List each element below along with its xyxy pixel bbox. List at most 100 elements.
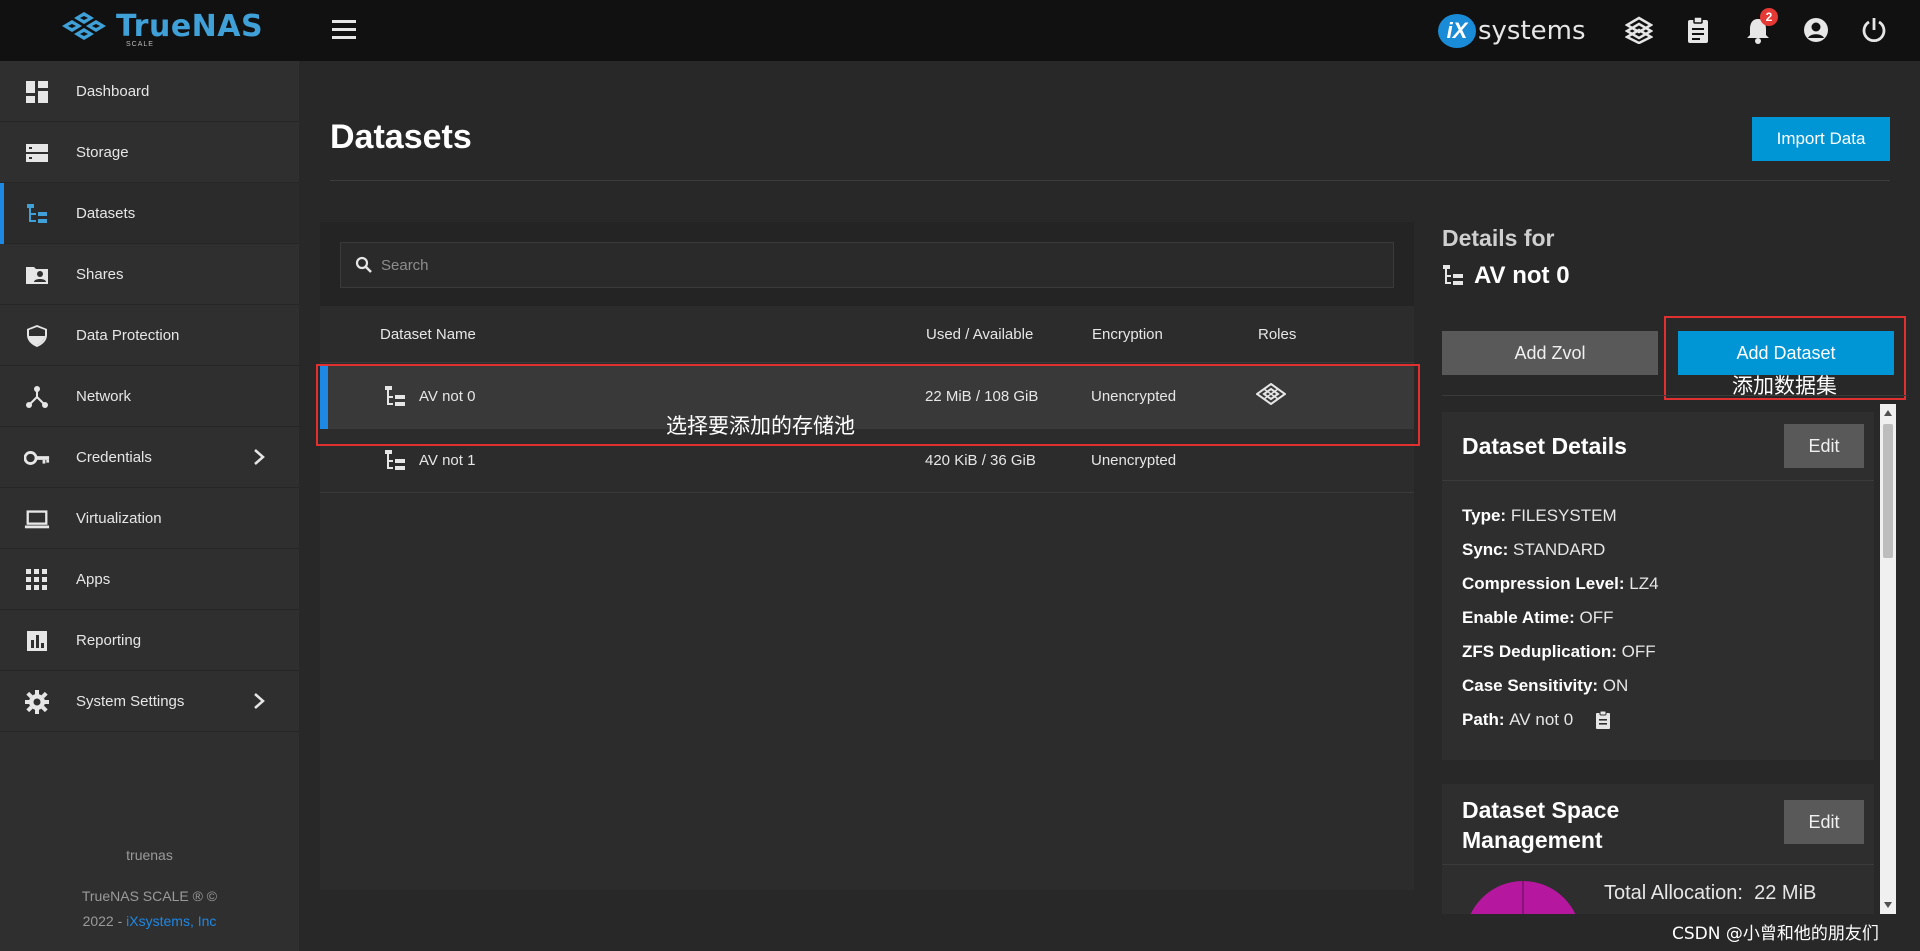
detail-dedup: ZFS Deduplication: OFF [1462,642,1656,661]
notifications-bell-icon[interactable]: 2 [1744,8,1778,44]
divider [330,180,1890,181]
search-bar [320,222,1414,306]
details-heading: Details for [1442,225,1555,251]
header-divider [320,362,1414,363]
ix-badge: iX [1438,14,1476,48]
storage-icon [24,140,50,166]
card-title: Dataset Space Management [1462,797,1620,853]
edit-space-button[interactable]: Edit [1784,800,1864,844]
sidebar-item-label: Reporting [76,631,142,649]
shares-icon [24,262,50,288]
dataset-space-card: Dataset Space Management Edit Total Alloc… [1442,784,1874,914]
column-header-encryption[interactable]: Encryption [1092,326,1163,343]
sidebar-item-label: Apps [76,570,111,588]
detail-path: Path: AV not 0 [1462,710,1611,730]
space-donut-chart [1470,881,1576,914]
chevron-right-icon [249,447,269,467]
dataset-name: AV not 1 [419,452,476,469]
logo-subtitle: SCALE [126,41,154,48]
dataset-list-panel: Dataset Name Used / Available Encryption… [320,222,1414,890]
sidebar: Dashboard Storage Datasets Shares Data P… [0,61,299,951]
dataset-used: 420 KiB / 36 GiB [925,452,1036,469]
sidebar-item-label: Credentials [76,448,152,466]
search-icon [355,256,373,274]
import-data-button[interactable]: Import Data [1752,117,1890,161]
sidebar-item-apps[interactable]: Apps [0,549,299,610]
hostname: truenas [126,847,173,863]
truecommand-icon[interactable] [1625,16,1653,44]
scroll-thumb[interactable] [1883,424,1893,558]
copyright-line: TrueNAS SCALE ® © [81,888,218,904]
detail-compression: Compression Level: LZ4 [1462,574,1659,593]
scroll-down-icon[interactable] [1883,900,1893,910]
jobs-clipboard-icon[interactable] [1684,16,1712,44]
copy-clipboard-icon[interactable] [1595,710,1611,730]
column-header-name[interactable]: Dataset Name [380,326,476,343]
card-title: Dataset Details [1462,433,1627,459]
laptop-icon [24,506,50,532]
page-title: Datasets [330,118,472,156]
sidebar-item-label: Dashboard [76,82,150,100]
sidebar-item-system-settings[interactable]: System Settings [0,671,299,732]
total-allocation: Total Allocation: 22 MiB [1604,882,1817,904]
sidebar-item-network[interactable]: Network [0,366,299,427]
detail-atime: Enable Atime: OFF [1462,608,1614,627]
divider [1442,864,1874,865]
sidebar-item-label: Network [76,387,132,405]
ixsystems-logo[interactable]: iX systems [1438,14,1586,48]
shield-icon [24,323,50,349]
annotation-highlight-box [316,364,1420,446]
key-icon [24,445,50,471]
column-header-roles[interactable]: Roles [1258,326,1296,343]
detail-sync: Sync: STANDARD [1462,540,1606,559]
reporting-icon [24,628,50,654]
sidebar-item-data-protection[interactable]: Data Protection [0,305,299,366]
ix-text: systems [1478,16,1586,46]
sidebar-item-label: Datasets [76,204,136,222]
datasets-icon [24,201,50,227]
search-box[interactable] [340,242,1394,288]
details-name-text: AV not 0 [1474,262,1570,289]
detail-case-sensitivity: Case Sensitivity: ON [1462,676,1629,695]
details-scrollbar[interactable] [1880,404,1896,914]
sidebar-item-dashboard[interactable]: Dashboard [0,61,299,122]
truenas-logo-icon [62,12,106,40]
ixsystems-link[interactable]: iXsystems, Inc [126,913,216,929]
sidebar-item-label: Virtualization [76,509,162,527]
dataset-tree-icon [1442,264,1464,288]
edit-details-button[interactable]: Edit [1784,424,1864,468]
menu-toggle-icon[interactable] [332,20,356,40]
search-input[interactable] [381,256,1381,274]
details-dataset-name: AV not 0 [1442,262,1570,290]
truenas-logo[interactable]: TrueNAS [58,10,263,44]
sidebar-item-virtualization[interactable]: Virtualization [0,488,299,549]
notification-count-badge: 2 [1760,8,1778,26]
sidebar-item-datasets[interactable]: Datasets [0,183,299,244]
add-zvol-button[interactable]: Add Zvol [1442,331,1658,375]
sidebar-item-shares[interactable]: Shares [0,244,299,305]
logo-text: TrueNAS [116,9,264,44]
dataset-tree-icon [384,449,406,473]
apps-grid-icon [24,567,50,593]
network-icon [24,384,50,410]
column-header-used[interactable]: Used / Available [926,326,1033,343]
dataset-encryption: Unencrypted [1091,452,1177,469]
copyright-year: 2022 - [82,913,123,929]
sidebar-item-label: Storage [76,143,129,161]
sidebar-item-credentials[interactable]: Credentials [0,427,299,488]
scroll-up-icon[interactable] [1883,408,1893,418]
sidebar-item-label: System Settings [76,692,185,710]
watermark: CSDN @小曾和他的朋友们 [1672,924,1879,944]
sidebar-item-reporting[interactable]: Reporting [0,610,299,671]
top-bar: TrueNAS SCALE iX systems 2 [0,0,1920,61]
sidebar-item-label: Data Protection [76,326,180,344]
divider [1442,395,1908,396]
divider [1442,480,1874,481]
sidebar-item-storage[interactable]: Storage [0,122,299,183]
sidebar-item-label: Shares [76,265,124,283]
detail-type: Type: FILESYSTEM [1462,506,1617,525]
power-icon[interactable] [1860,16,1888,44]
copyright: TrueNAS SCALE ® © 2022 - iXsystems, Inc [0,884,299,934]
account-icon[interactable] [1802,16,1830,44]
chevron-right-icon [249,691,269,711]
